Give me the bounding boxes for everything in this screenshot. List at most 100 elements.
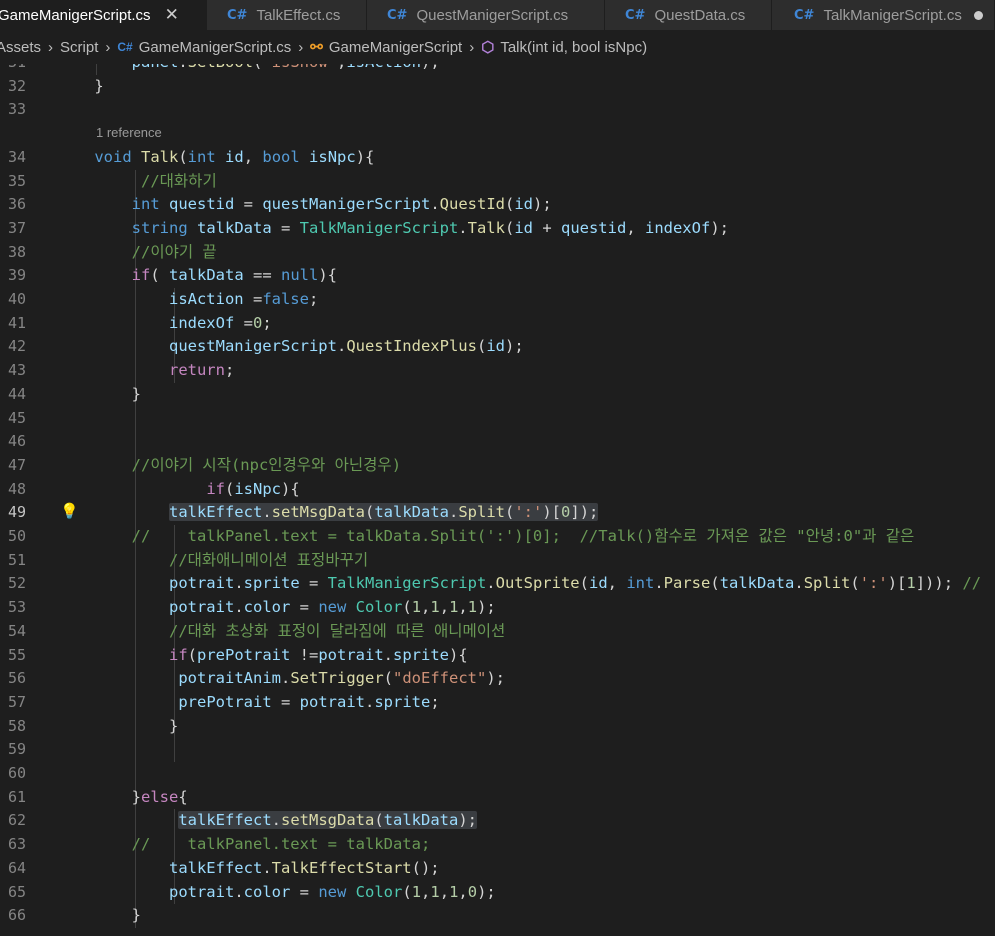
code-editor[interactable]: 31323334353637383940414243444546474849💡5… xyxy=(0,64,995,936)
line-number: 49 xyxy=(7,503,26,522)
code-line[interactable] xyxy=(57,762,995,786)
code-line[interactable] xyxy=(57,430,995,454)
csharp-file-icon: C# xyxy=(117,40,133,54)
line-number: 57 xyxy=(7,692,26,711)
tab-questmanigerscript[interactable]: C# QuestManigerScript.cs xyxy=(367,0,605,30)
csharp-file-icon: C# xyxy=(387,7,408,23)
unsaved-dot-icon[interactable] xyxy=(973,10,983,20)
line-number: 40 xyxy=(7,290,26,308)
code-line[interactable]: }else{ xyxy=(57,786,995,810)
line-number: 59 xyxy=(7,740,26,759)
code-line[interactable]: if( talkData == null){ xyxy=(57,264,995,288)
code-line[interactable]: prePotrait = potrait.sprite; xyxy=(57,691,995,715)
line-number: 61 xyxy=(7,787,26,806)
code-line[interactable]: indexOf =0; xyxy=(57,312,995,336)
code-line[interactable]: } xyxy=(57,904,995,928)
code-line[interactable]: //대화 초상화 표정이 달라짐에 따른 애니메이션 xyxy=(57,620,995,644)
code-line[interactable]: isAction =false; xyxy=(57,288,995,312)
line-number: 53 xyxy=(7,598,26,617)
breadcrumb-method[interactable]: Talk(int id, bool isNpc) xyxy=(500,39,647,56)
code-line[interactable]: } xyxy=(57,75,995,99)
code-line[interactable]: //대화애니메이션 표정바꾸기 xyxy=(57,549,995,573)
chevron-right-icon: › xyxy=(298,38,304,56)
code-line[interactable]: talkEffect.setMsgData(talkData.Split(':'… xyxy=(57,501,995,525)
breadcrumb: Assets › Script › C# GameManigerScript.c… xyxy=(0,30,995,64)
codelens-references[interactable]: 1 reference xyxy=(96,125,162,140)
breadcrumb-script[interactable]: Script xyxy=(60,39,98,56)
line-number: 42 xyxy=(7,337,26,356)
csharp-file-icon: C# xyxy=(625,7,646,23)
line-number: 56 xyxy=(7,669,26,688)
chevron-right-icon: › xyxy=(48,38,54,56)
code-line[interactable]: // talkPanel.text = talkData; xyxy=(57,833,995,857)
close-icon[interactable]: ✕ xyxy=(165,5,179,25)
line-number: 47 xyxy=(7,455,26,474)
code-line[interactable]: if(prePotrait !=potrait.sprite){ xyxy=(57,644,995,668)
line-number: 50 xyxy=(7,527,26,545)
line-number: 55 xyxy=(7,645,26,664)
code-line[interactable]: if(isNpc){ xyxy=(57,478,995,502)
line-number: 51 xyxy=(7,550,26,569)
tab-label: QuestManigerScript.cs xyxy=(416,6,569,24)
line-number: 35 xyxy=(7,171,26,190)
tab-gamemanigerscript[interactable]: GameManigerScript.cs ✕ xyxy=(0,0,207,30)
line-number: 38 xyxy=(7,242,26,261)
line-number: 34 xyxy=(7,147,26,166)
tab-talkeffect[interactable]: C# TalkEffect.cs xyxy=(207,0,367,30)
line-number: 41 xyxy=(7,313,26,332)
tab-label: TalkManigerScript.cs xyxy=(823,6,962,24)
code-line[interactable]: } xyxy=(57,715,995,739)
code-line[interactable]: panel.SetBool("isShow",isAction); xyxy=(57,64,995,75)
code-line[interactable]: void Talk(int id, bool isNpc){ xyxy=(57,146,995,170)
breadcrumb-assets[interactable]: Assets xyxy=(0,39,41,56)
code-line[interactable]: questManigerScript.QuestIndexPlus(id); xyxy=(57,335,995,359)
line-number: 39 xyxy=(7,266,26,285)
tab-label: QuestData.cs xyxy=(654,6,746,24)
code-line[interactable]: potrait.sprite = TalkManigerScript.OutSp… xyxy=(57,572,995,596)
code-line[interactable]: potraitAnim.SetTrigger("doEffect"); xyxy=(57,667,995,691)
code-line[interactable]: int questid = questManigerScript.QuestId… xyxy=(57,193,995,217)
breadcrumb-class[interactable]: GameManigerScript xyxy=(329,39,462,56)
line-number: 63 xyxy=(7,835,26,854)
code-line[interactable]: potrait.color = new Color(1,1,1,0); xyxy=(57,881,995,905)
line-number: 32 xyxy=(7,76,26,95)
code-line[interactable]: } xyxy=(57,383,995,407)
code-line[interactable]: talkEffect.setMsgData(talkData); xyxy=(57,809,995,833)
code-line[interactable] xyxy=(57,407,995,431)
tab-label: TalkEffect.cs xyxy=(256,6,341,24)
code-line[interactable] xyxy=(57,738,995,762)
breadcrumb-file[interactable]: GameManigerScript.cs xyxy=(139,39,292,56)
line-number: 36 xyxy=(7,195,26,214)
method-cube-icon: ⬡ xyxy=(481,39,495,56)
line-number: 52 xyxy=(7,574,26,593)
line-number: 54 xyxy=(7,621,26,640)
csharp-file-icon: C# xyxy=(794,7,815,23)
line-number: 45 xyxy=(7,408,26,427)
line-number: 60 xyxy=(7,764,26,782)
code-line[interactable]: return; xyxy=(57,359,995,383)
line-number: 46 xyxy=(7,432,26,451)
code-line[interactable]: //이야기 끝 xyxy=(57,241,995,265)
code-line[interactable]: talkEffect.TalkEffectStart(); xyxy=(57,857,995,881)
line-number: 65 xyxy=(7,882,26,901)
line-number: 31 xyxy=(0,64,26,75)
csharp-file-icon: C# xyxy=(227,7,248,23)
code-line[interactable]: string talkData = TalkManigerScript.Talk… xyxy=(57,217,995,241)
line-number: 48 xyxy=(7,479,26,498)
tab-label: GameManigerScript.cs xyxy=(0,6,151,24)
line-number: 66 xyxy=(7,906,26,925)
selection-highlight: talkEffect.setMsgData(talkData.Split(':'… xyxy=(168,503,599,522)
code-line[interactable] xyxy=(57,98,995,122)
line-number: 33 xyxy=(7,100,26,119)
line-number: 43 xyxy=(7,361,26,380)
code-line[interactable]: //대화하기 xyxy=(57,170,995,194)
class-icon: ⚯ xyxy=(310,39,323,56)
code-line[interactable]: //이야기 시작(npc인경우와 아닌경우) xyxy=(57,454,995,478)
selection-highlight: talkEffect.setMsgData(talkData); xyxy=(178,811,477,830)
tab-questdata[interactable]: C# QuestData.cs xyxy=(605,0,772,30)
chevron-right-icon: › xyxy=(469,38,475,56)
code-line[interactable]: // talkPanel.text = talkData.Split(':')[… xyxy=(57,525,995,549)
line-number: 62 xyxy=(7,811,26,830)
tab-talkmanigerscript[interactable]: C# TalkManigerScript.cs xyxy=(772,0,995,30)
code-line[interactable]: potrait.color = new Color(1,1,1,1); xyxy=(57,596,995,620)
